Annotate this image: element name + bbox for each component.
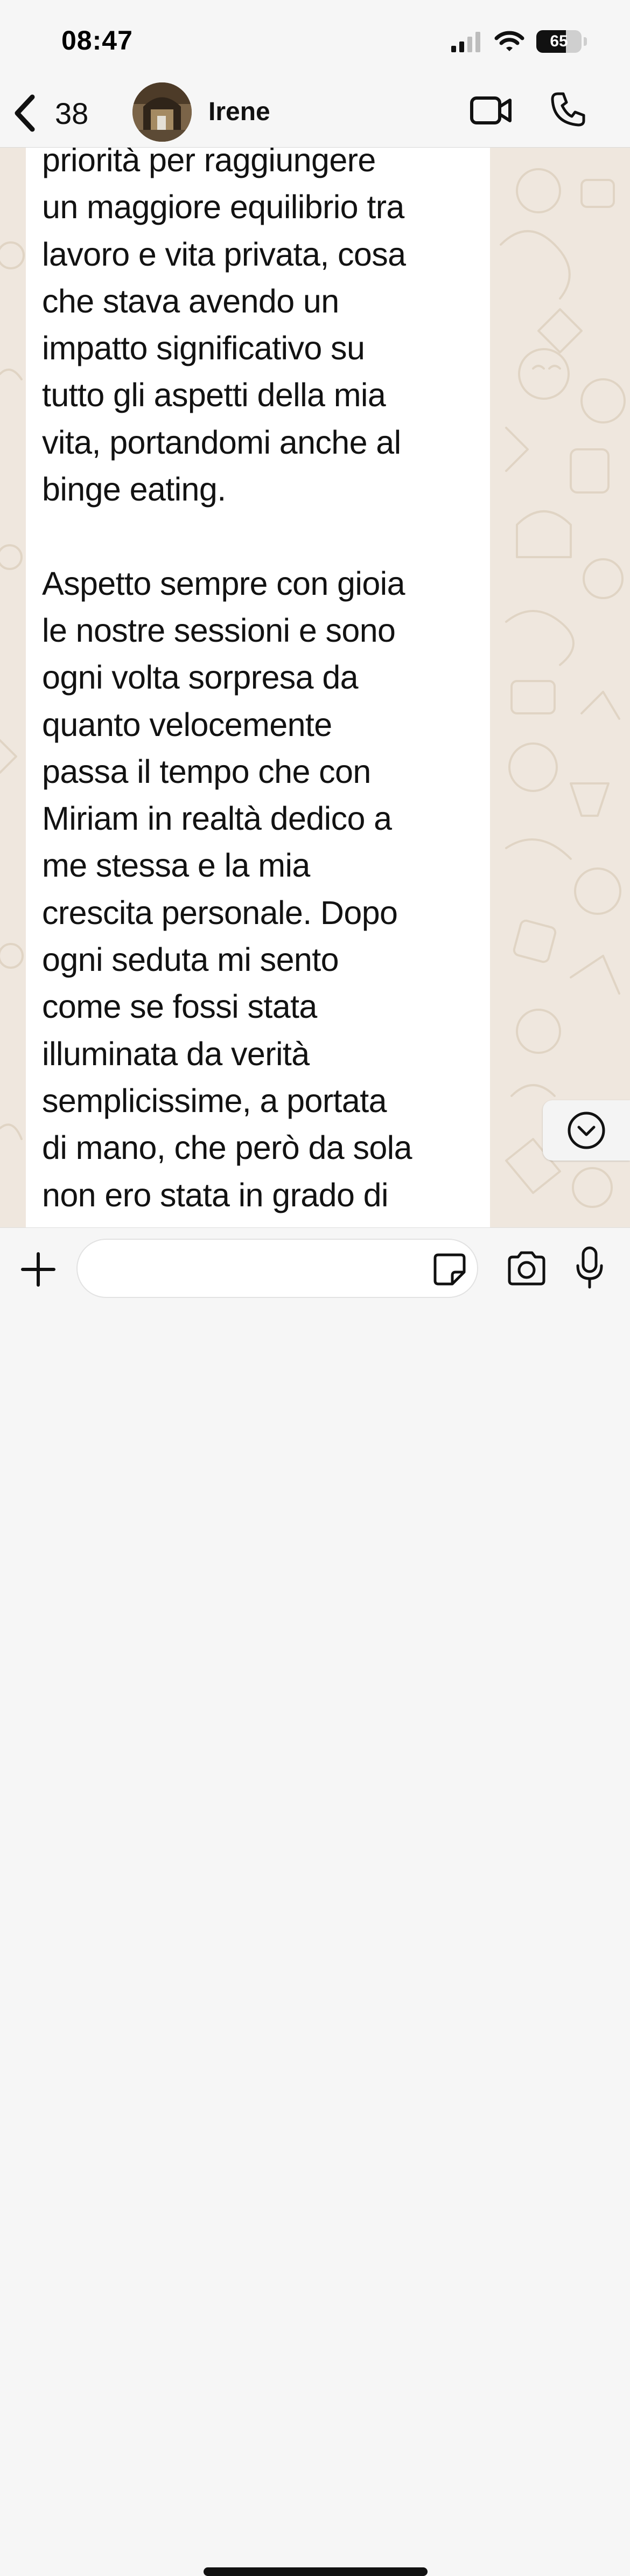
plus-icon[interactable] <box>20 1252 56 1287</box>
message-text: priorità per raggiungere un maggiore equ… <box>42 148 412 1213</box>
message-input[interactable] <box>76 1239 478 1298</box>
battery-level: 65 <box>550 32 568 50</box>
status-indicators: 65 <box>450 30 587 53</box>
microphone-icon[interactable] <box>575 1246 604 1289</box>
camera-icon[interactable] <box>506 1251 547 1286</box>
battery-cap <box>584 37 587 46</box>
scroll-to-bottom-button[interactable] <box>543 1100 630 1161</box>
message-bubble[interactable]: priorità per raggiungere un maggiore equ… <box>26 148 490 1227</box>
battery-indicator: 65 <box>536 30 582 53</box>
input-bar <box>0 1227 630 2576</box>
wifi-icon <box>494 31 524 51</box>
status-time: 08:47 <box>61 25 133 55</box>
home-indicator <box>204 2567 428 2576</box>
status-bar: 08:47 65 <box>0 0 630 81</box>
avatar[interactable] <box>132 82 192 142</box>
chat-header: 38 Irene <box>0 81 630 148</box>
unread-count: 38 <box>55 96 89 130</box>
contact-name[interactable]: Irene <box>208 97 270 127</box>
chevron-left-icon <box>15 94 35 132</box>
video-camera-icon[interactable] <box>470 93 513 128</box>
sticker-icon[interactable] <box>433 1253 466 1286</box>
phone-icon[interactable] <box>549 91 587 128</box>
back-button[interactable]: 38 <box>12 86 88 140</box>
chat-area[interactable]: priorità per raggiungere un maggiore equ… <box>0 148 630 1227</box>
cellular-signal-icon <box>451 32 480 52</box>
avatar-photo <box>132 82 192 142</box>
chevron-down-icon <box>568 1112 605 1149</box>
